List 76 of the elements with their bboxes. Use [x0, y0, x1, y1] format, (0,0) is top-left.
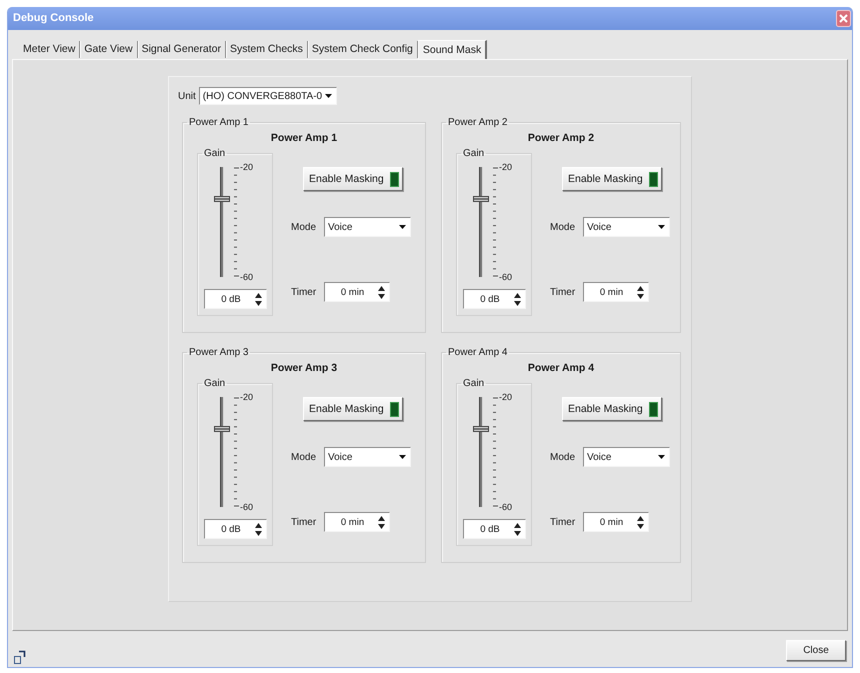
timer-label: Timer: [291, 286, 318, 298]
enable-masking-button[interactable]: Enable Masking: [303, 397, 403, 421]
group-label: Power Amp 3: [188, 347, 250, 358]
up-down-arrows-icon[interactable]: [255, 292, 262, 306]
gain-field[interactable]: 0 dB: [463, 519, 526, 539]
amp-title: Power Amp 2: [526, 132, 596, 144]
timer-label: Timer: [550, 286, 576, 298]
slider-thumb[interactable]: [473, 426, 489, 432]
resize-grip-icon[interactable]: [14, 650, 26, 664]
timer-field[interactable]: 0 min: [324, 282, 390, 302]
up-down-arrows-icon[interactable]: [255, 522, 262, 536]
gain-label: Gain: [462, 148, 486, 159]
enable-masking-button[interactable]: Enable Masking: [562, 167, 662, 191]
caret-down-icon[interactable]: [399, 225, 406, 229]
gain-label: Gain: [203, 148, 226, 159]
mode-label: Mode: [291, 452, 318, 462]
gain-label: Gain: [203, 378, 226, 389]
gain-label: Gain: [462, 378, 486, 389]
timer-field[interactable]: 0 min: [324, 512, 390, 532]
unit-dropdown[interactable]: (HO) CONVERGE880TA-0: [198, 87, 337, 105]
gain-field[interactable]: 0 dB: [204, 289, 267, 309]
tab[interactable]: Gate View: [80, 41, 138, 58]
scale-label: -20: [499, 162, 512, 172]
mode-dropdown[interactable]: Voice: [583, 447, 670, 467]
scale-label: -20: [499, 392, 512, 402]
mode-dropdown[interactable]: Voice: [324, 447, 411, 467]
gain-field[interactable]: 0 dB: [204, 519, 267, 539]
indicator-light-icon: [390, 172, 399, 186]
window-title: Debug Console: [13, 12, 94, 25]
mode-label: Mode: [550, 222, 576, 232]
mode-label: Mode: [550, 452, 576, 462]
timer-label: Timer: [291, 516, 318, 528]
amp-title: Power Amp 3: [270, 362, 338, 374]
indicator-light-icon: [649, 402, 658, 416]
enable-masking-button[interactable]: Enable Masking: [562, 397, 662, 421]
up-down-arrows-icon[interactable]: [514, 292, 521, 306]
close-button[interactable]: Close: [786, 640, 846, 661]
up-down-arrows-icon[interactable]: [514, 522, 521, 536]
scale-label: -20: [240, 392, 254, 402]
scale-label: -60: [240, 272, 254, 282]
indicator-light-icon: [390, 402, 399, 416]
tab[interactable]: Meter View: [19, 41, 80, 58]
up-down-arrows-icon[interactable]: [637, 516, 644, 528]
group-label: Power Amp 1: [188, 117, 250, 128]
tab[interactable]: Signal Generator: [138, 41, 226, 58]
enable-masking-button[interactable]: Enable Masking: [303, 167, 403, 191]
group-label: Power Amp 4: [447, 347, 508, 358]
scale-label: -60: [499, 502, 512, 512]
up-down-arrows-icon[interactable]: [378, 286, 385, 298]
gain-field[interactable]: 0 dB: [463, 289, 526, 309]
slider-thumb[interactable]: [214, 196, 230, 202]
caret-down-icon[interactable]: [324, 94, 332, 98]
tab[interactable]: Sound Mask: [418, 40, 488, 59]
caret-down-icon[interactable]: [658, 455, 665, 459]
unit-label: Unit: [178, 90, 196, 102]
scale-label: -60: [240, 502, 254, 512]
scale-label: -60: [499, 272, 512, 282]
scale-label: -20: [240, 162, 254, 172]
slider-thumb[interactable]: [214, 426, 230, 432]
caret-down-icon[interactable]: [399, 455, 406, 459]
up-down-arrows-icon[interactable]: [637, 286, 644, 298]
mode-label: Mode: [291, 222, 318, 232]
amp-title: Power Amp 1: [270, 132, 338, 144]
close-icon[interactable]: [836, 10, 851, 27]
timer-label: Timer: [550, 516, 576, 528]
indicator-light-icon: [649, 172, 658, 186]
mode-dropdown[interactable]: Voice: [583, 217, 670, 237]
timer-field[interactable]: 0 min: [583, 512, 649, 532]
group-label: Power Amp 2: [447, 117, 508, 128]
timer-field[interactable]: 0 min: [583, 282, 649, 302]
slider-thumb[interactable]: [473, 196, 489, 202]
mode-dropdown[interactable]: Voice: [324, 217, 411, 237]
up-down-arrows-icon[interactable]: [378, 516, 385, 528]
caret-down-icon[interactable]: [658, 225, 665, 229]
tab[interactable]: System Checks: [226, 41, 308, 58]
amp-title: Power Amp 4: [526, 362, 596, 374]
